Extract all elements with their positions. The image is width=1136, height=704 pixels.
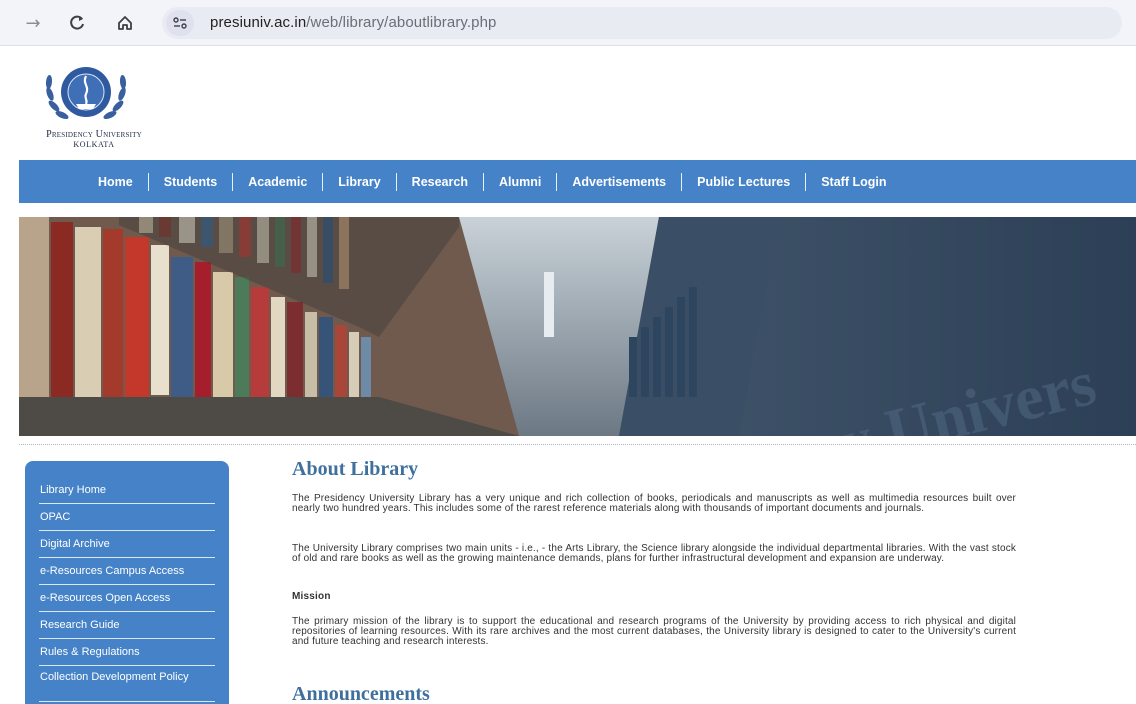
sidebar-item-collection-policy[interactable]: Collection Development Policy bbox=[39, 666, 215, 702]
nav-home[interactable]: Home bbox=[83, 173, 148, 191]
mission-paragraph: The primary mission of the library is to… bbox=[292, 616, 1016, 647]
site-info-icon[interactable] bbox=[166, 10, 194, 36]
home-icon[interactable] bbox=[114, 12, 136, 34]
library-sidebar: Library Home OPAC Digital Archive e-Reso… bbox=[25, 461, 229, 704]
university-city: KOLKATA bbox=[73, 140, 115, 149]
library-banner-image: Presidency Univers bbox=[19, 217, 1136, 436]
nav-students[interactable]: Students bbox=[147, 172, 232, 191]
sidebar-item-library-home[interactable]: Library Home bbox=[39, 477, 215, 504]
about-paragraph-2: The University Library comprises two mai… bbox=[292, 543, 1016, 564]
about-paragraph-1: The Presidency University Library has a … bbox=[292, 493, 1016, 514]
sidebar-item-digital-archive[interactable]: Digital Archive bbox=[39, 531, 215, 558]
sidebar-item-rules-regulations[interactable]: Rules & Regulations bbox=[39, 639, 215, 666]
nav-alumni[interactable]: Alumni bbox=[482, 172, 556, 191]
browser-toolbar: → presiuniv.ac.in/web/library/aboutlibra… bbox=[0, 0, 1136, 46]
url-text[interactable]: presiuniv.ac.in/web/library/aboutlibrary… bbox=[210, 14, 497, 31]
reload-icon[interactable] bbox=[66, 12, 88, 34]
nav-academic[interactable]: Academic bbox=[232, 172, 322, 191]
university-name: Presidency University bbox=[46, 129, 142, 140]
announcements-title: Announcements bbox=[292, 683, 430, 704]
page-title: About Library bbox=[292, 458, 419, 480]
nav-staff-login[interactable]: Staff Login bbox=[805, 172, 901, 191]
sidebar-item-opac[interactable]: OPAC bbox=[39, 504, 215, 531]
sidebar-item-e-resources-campus[interactable]: e-Resources Campus Access bbox=[39, 558, 215, 585]
nav-research[interactable]: Research bbox=[395, 172, 483, 191]
main-navigation: Home Students Academic Library Research … bbox=[19, 160, 1136, 203]
nav-public-lectures[interactable]: Public Lectures bbox=[681, 172, 805, 191]
nav-advertisements[interactable]: Advertisements bbox=[556, 172, 681, 191]
sidebar-item-e-resources-open[interactable]: e-Resources Open Access bbox=[39, 585, 215, 612]
mission-heading: Mission bbox=[292, 591, 331, 602]
forward-arrow-icon[interactable]: → bbox=[22, 12, 44, 34]
university-logo[interactable] bbox=[38, 54, 134, 128]
section-divider bbox=[19, 444, 1136, 445]
nav-library[interactable]: Library bbox=[322, 172, 395, 191]
sidebar-item-research-guide[interactable]: Research Guide bbox=[39, 612, 215, 639]
